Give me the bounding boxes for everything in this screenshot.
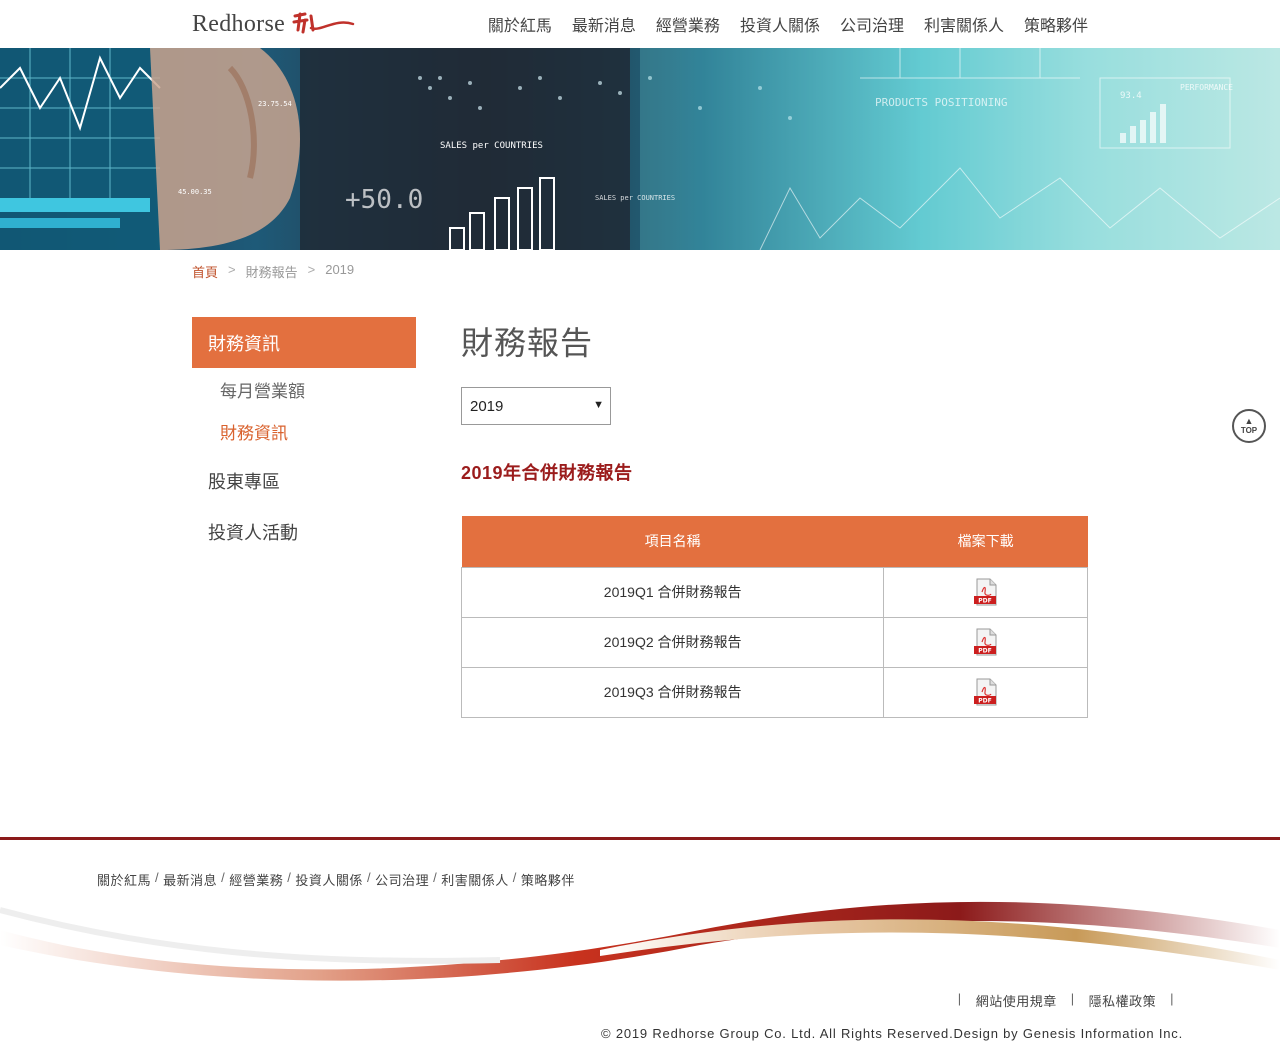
- footer-policy-links: | 網站使用規章 | 隱私權政策 |: [944, 991, 1188, 1010]
- breadcrumb-sep: >: [228, 262, 236, 277]
- breadcrumb-level1[interactable]: 財務報告: [246, 262, 298, 281]
- pdf-icon-label: PDF: [978, 598, 991, 605]
- table-cell-name: 2019Q2 合併財務報告: [460, 616, 885, 668]
- logo[interactable]: Redhorse: [192, 8, 355, 40]
- table-header-row: 項目名稱 檔案下載: [461, 516, 1088, 567]
- back-to-top-label: TOP: [1240, 426, 1258, 435]
- breadcrumb: 首頁 > 財務報告 > 2019: [192, 262, 354, 281]
- pdf-icon[interactable]: PDF: [972, 578, 1000, 606]
- sidebar-item-investor-events[interactable]: 投資人活動: [208, 519, 298, 545]
- nav-investor[interactable]: 投資人關係: [740, 12, 820, 36]
- table-cell-name: 2019Q3 合併財務報告: [460, 666, 885, 718]
- breadcrumb-current: 2019: [325, 262, 355, 277]
- breadcrumb-home[interactable]: 首頁: [192, 262, 218, 281]
- main-nav: 關於紅馬 最新消息 經營業務 投資人關係 公司治理 利害關係人 策略夥伴: [468, 0, 1088, 48]
- banner-label-sales: SALES per COUNTRIES: [440, 141, 543, 151]
- sidebar-sub-financial-info[interactable]: 財務資訊: [220, 419, 288, 444]
- chevron-down-icon: ▼: [593, 399, 604, 411]
- footer-policy-sep: |: [1070, 991, 1075, 1006]
- pdf-icon[interactable]: PDF: [972, 628, 1000, 656]
- footer-slash: /: [366, 870, 372, 885]
- banner-label-time2: 45.00.35: [178, 188, 212, 196]
- sidebar-item-shareholders[interactable]: 股東專區: [208, 468, 280, 494]
- footer-policy-sep: |: [957, 991, 962, 1006]
- nav-partner[interactable]: 策略夥伴: [1024, 12, 1088, 36]
- logo-mark-icon: [292, 12, 355, 34]
- footer-link-terms[interactable]: 網站使用規章: [976, 991, 1057, 1010]
- banner-label-products: PRODUCTS POSITIONING: [875, 96, 1007, 109]
- table-cell-download: PDF: [883, 566, 1088, 618]
- nav-about[interactable]: 關於紅馬: [488, 12, 552, 36]
- nav-stakeholder[interactable]: 利害關係人: [924, 12, 1004, 36]
- footer-slash: /: [433, 870, 438, 885]
- year-select-value: 2019: [470, 397, 504, 415]
- footer-link-stakeholder[interactable]: 利害關係人: [441, 870, 509, 889]
- table-cell-download: PDF: [883, 666, 1088, 718]
- pdf-icon-label: PDF: [978, 648, 991, 655]
- sidebar-item-financial-info[interactable]: 財務資訊: [192, 317, 416, 368]
- table-row: 2019Q2 合併財務報告 PDF: [460, 616, 1088, 668]
- back-to-top-button[interactable]: ▲ TOP: [1232, 409, 1266, 443]
- footer-link-investor[interactable]: 投資人關係: [295, 870, 363, 889]
- banner-label-performance: PERFORMANCE: [1180, 83, 1233, 92]
- report-table: 項目名稱 檔案下載 2019Q1 合併財務報告 PDF 2019Q2 合併財務報…: [460, 516, 1088, 718]
- banner-label-plus50: +50.0: [345, 185, 423, 215]
- footer-link-partner[interactable]: 策略夥伴: [521, 870, 575, 889]
- table-row: 2019Q3 合併財務報告 PDF: [460, 666, 1088, 718]
- hero-banner: SALES per COUNTRIES +50.0 PRODUCTS POSIT…: [0, 48, 1280, 250]
- banner-label-93: 93.4: [1120, 91, 1142, 101]
- arrow-up-icon: ▲: [1244, 416, 1254, 426]
- footer-slash: /: [512, 870, 517, 885]
- footer-link-news[interactable]: 最新消息: [163, 870, 217, 889]
- nav-news[interactable]: 最新消息: [572, 12, 636, 36]
- page-title: 財務報告: [461, 325, 594, 361]
- banner-graphic: SALES per COUNTRIES +50.0 PRODUCTS POSIT…: [0, 48, 1280, 250]
- table-header-download: 檔案下載: [883, 516, 1088, 567]
- logo-text: Redhorse: [192, 10, 286, 37]
- footer-link-governance[interactable]: 公司治理: [375, 870, 429, 889]
- table-cell-name: 2019Q1 合併財務報告: [460, 566, 885, 618]
- footer-slash: /: [221, 870, 226, 885]
- site-header: Redhorse 關於紅馬 最新消息 經營業務 投資人關係 公司治理 利害關係人…: [0, 0, 1280, 48]
- footer-link-privacy[interactable]: 隱私權政策: [1089, 991, 1157, 1010]
- breadcrumb-sep: >: [307, 262, 316, 277]
- table-header-item: 項目名稱: [461, 516, 884, 567]
- table-cell-download: PDF: [883, 616, 1088, 668]
- footer-nav: 關於紅馬 / 最新消息 / 經營業務 / 投資人關係 / 公司治理 / 利害關係…: [97, 870, 575, 889]
- footer-slash: /: [155, 870, 160, 885]
- banner-label-time1: 23.75.54: [258, 100, 292, 108]
- year-select[interactable]: 2019 ▼: [461, 387, 611, 425]
- footer-link-about[interactable]: 關於紅馬: [97, 870, 151, 889]
- pdf-icon[interactable]: PDF: [972, 678, 1000, 706]
- footer-link-business[interactable]: 經營業務: [229, 870, 283, 889]
- footer-slash: /: [287, 870, 292, 885]
- nav-business[interactable]: 經營業務: [656, 12, 720, 36]
- footer-policy-sep: |: [1170, 991, 1174, 1006]
- report-section-title: 2019年合併財務報告: [461, 463, 633, 483]
- banner-label-sales2: SALES per COUNTRIES: [595, 194, 675, 202]
- nav-governance[interactable]: 公司治理: [840, 12, 904, 36]
- sidebar-sub-monthly-revenue[interactable]: 每月營業額: [220, 377, 305, 402]
- copyright-text: © 2019 Redhorse Group Co. Ltd. All Right…: [601, 1026, 1183, 1041]
- pdf-icon-label: PDF: [978, 698, 991, 705]
- footer-divider: [0, 837, 1280, 840]
- table-row: 2019Q1 合併財務報告 PDF: [460, 566, 1088, 618]
